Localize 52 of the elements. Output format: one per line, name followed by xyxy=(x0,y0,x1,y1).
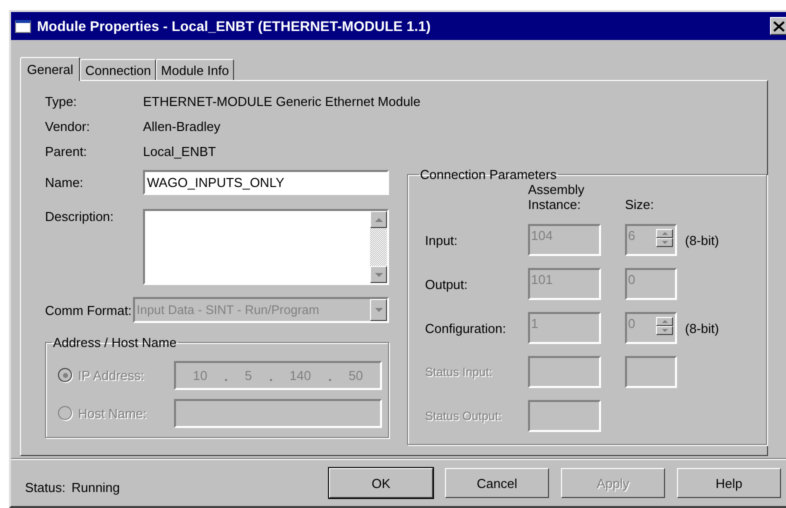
field-value: Allen-Bradley xyxy=(143,119,220,134)
status-value: Running xyxy=(71,480,120,494)
tab[interactable]: Module Info xyxy=(156,59,234,80)
parameter-label: Input: xyxy=(425,232,459,248)
field-value: Local_ENBT xyxy=(143,144,216,159)
host-name-field[interactable] xyxy=(174,398,382,428)
dialog-button[interactable]: Cancel xyxy=(445,468,549,498)
size-field[interactable]: 0 xyxy=(625,268,677,300)
dialog-button[interactable]: OK xyxy=(329,468,433,498)
ip-octet: 50 xyxy=(348,368,364,382)
dialog-button[interactable]: Help xyxy=(677,468,781,498)
spinner[interactable] xyxy=(656,229,673,247)
instance-field[interactable] xyxy=(528,400,601,432)
tab[interactable]: Connection xyxy=(80,59,156,80)
parameter-label: Status Output: xyxy=(425,409,503,423)
spinner[interactable] xyxy=(656,317,673,335)
unit-label: (8-bit) xyxy=(684,232,720,248)
description-field[interactable] xyxy=(143,209,389,285)
parameter-label: Output: xyxy=(425,276,469,292)
field-label: Name: xyxy=(45,175,84,190)
instance-field[interactable]: 104 xyxy=(528,224,601,256)
group-title: Address / Host Name xyxy=(52,335,178,350)
field-label: Vendor: xyxy=(45,119,91,134)
name-field[interactable]: WAGO_INPUTS_ONLY xyxy=(143,170,389,195)
ip-octet: 10 xyxy=(192,368,208,382)
field-label: Type: xyxy=(45,94,78,109)
column-header: Size: xyxy=(624,197,655,212)
window-title: Module Properties - Local_ENBT (ETHERNET-MODULE 1.1) xyxy=(37,18,431,34)
parameter-label: Configuration: xyxy=(425,320,507,336)
radio-label: IP Address: xyxy=(78,368,146,382)
radio-label: Host Name: xyxy=(78,406,148,420)
unit-label: (8-bit) xyxy=(684,320,720,336)
close-icon xyxy=(773,20,785,32)
size-field[interactable]: 0 xyxy=(625,312,677,344)
group-title: Connection Parameters xyxy=(419,167,558,182)
scrollbar[interactable] xyxy=(370,211,387,283)
field-value: ETHERNET-MODULE Generic Ethernet Module xyxy=(143,94,420,109)
field-label: Description: xyxy=(45,209,115,226)
status-label: Status: xyxy=(25,480,66,494)
tab[interactable]: General xyxy=(20,57,80,81)
instance-field[interactable] xyxy=(528,356,601,388)
instance-field[interactable]: 101 xyxy=(528,268,601,300)
ip-octet: 140 xyxy=(289,368,312,382)
field-label: Parent: xyxy=(45,144,88,159)
close-button[interactable] xyxy=(770,17,786,35)
instance-field[interactable]: 1 xyxy=(528,312,601,344)
column-header: Assembly Instance: xyxy=(528,182,586,212)
field-label: Comm Format: xyxy=(45,302,132,318)
parameter-label: Status Input: xyxy=(425,365,494,379)
window-icon xyxy=(15,20,31,32)
size-field[interactable]: 6 xyxy=(625,224,677,256)
ip-octet: 5 xyxy=(244,368,252,382)
